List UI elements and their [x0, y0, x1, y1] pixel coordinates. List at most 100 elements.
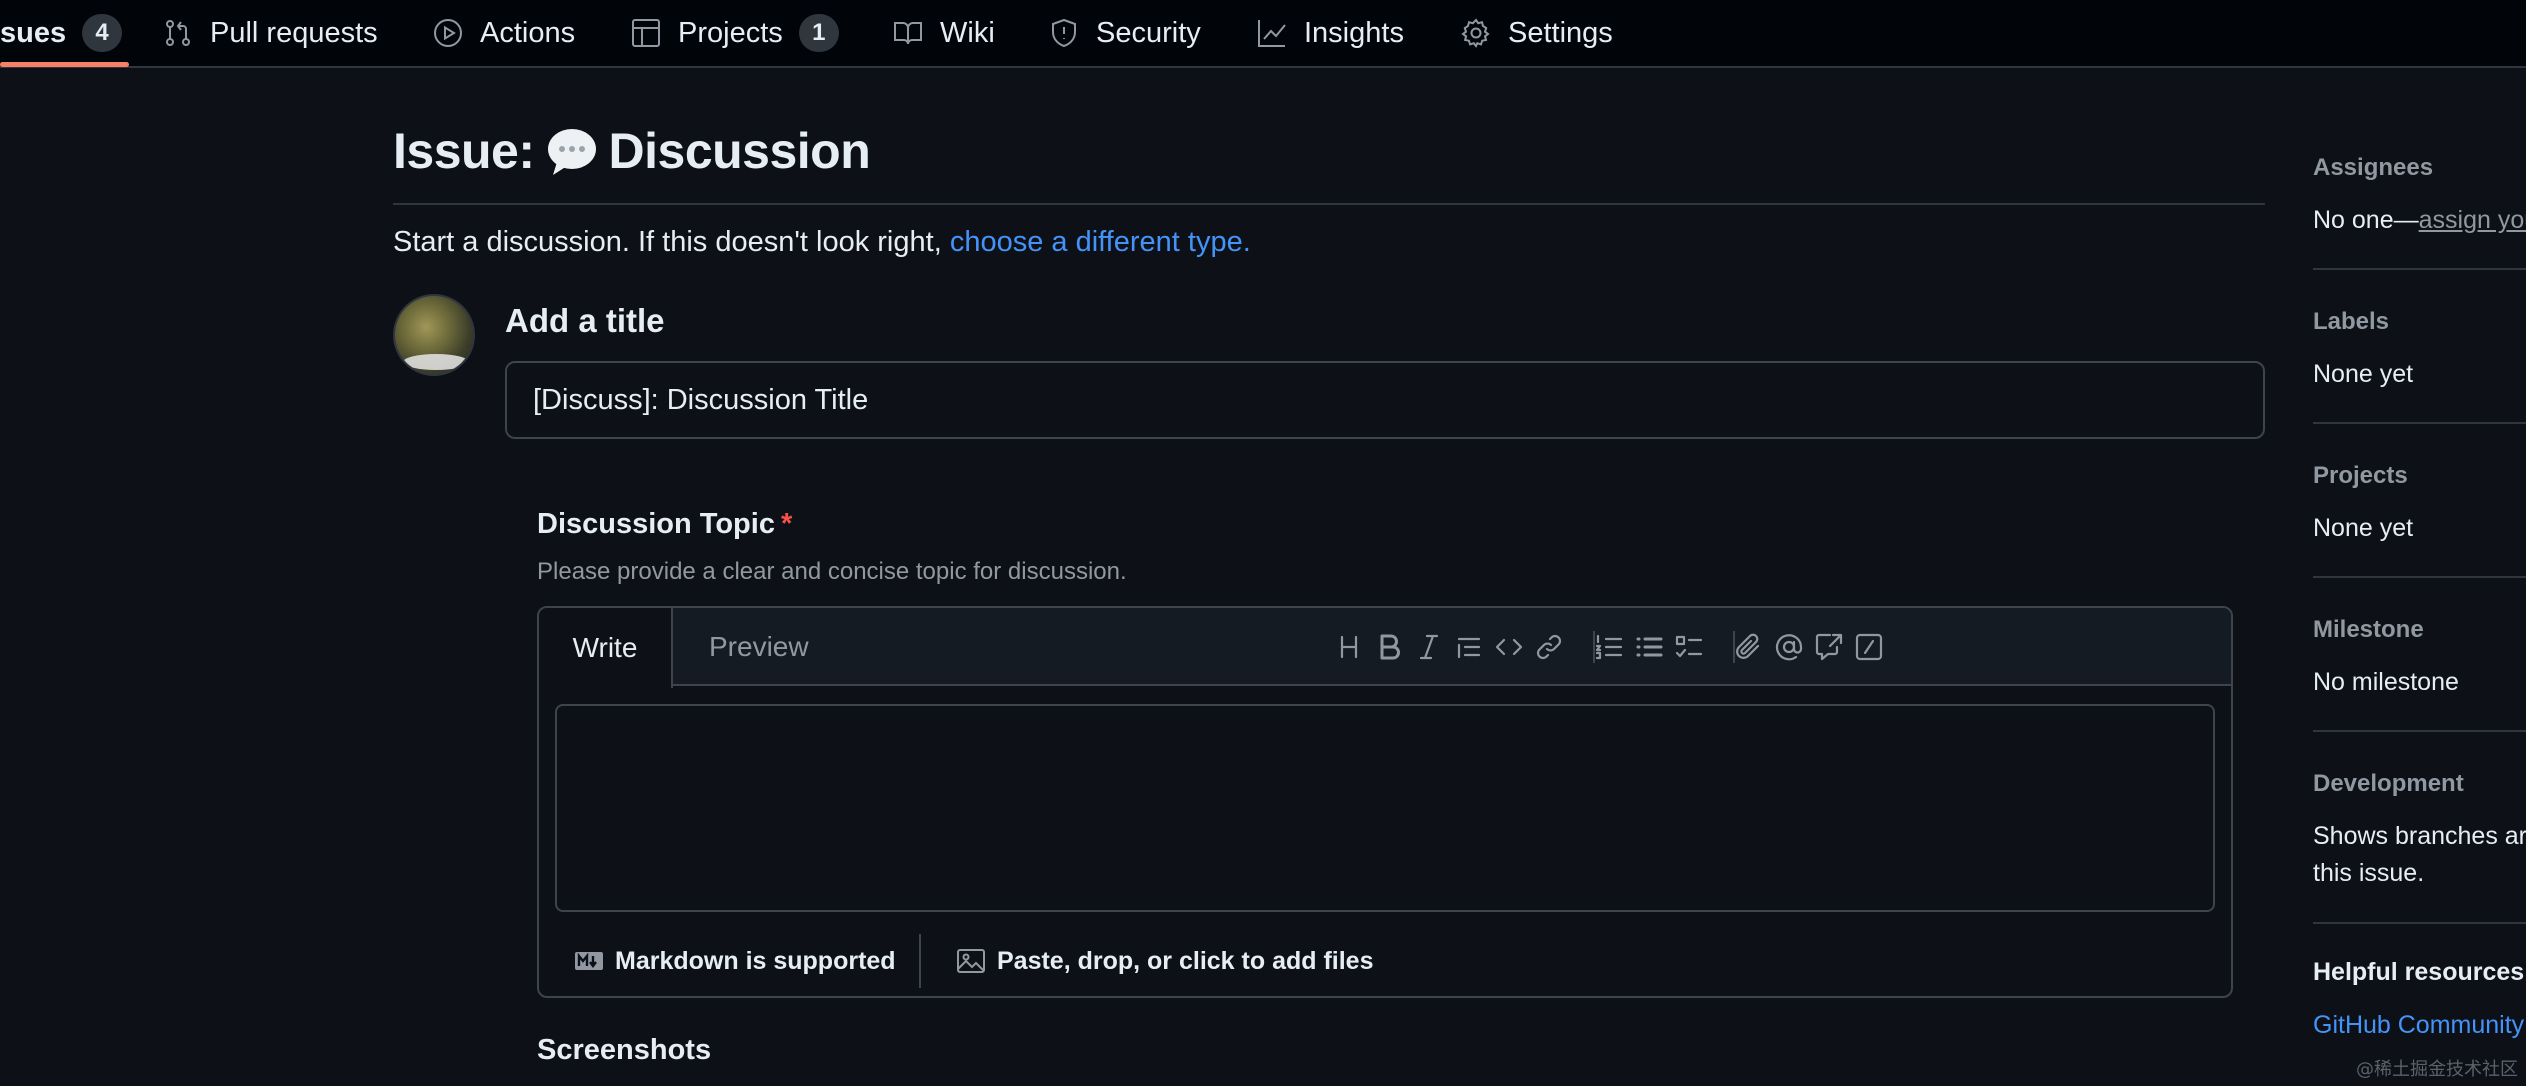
discussion-topic-description: Please provide a clear and concise topic…: [537, 558, 1127, 585]
markdown-icon: [575, 952, 603, 970]
link-icon: [1536, 634, 1562, 660]
sidebar-divider: [2313, 268, 2526, 270]
attach-button[interactable]: [1729, 627, 1769, 667]
sidebar-assignees: Assignees No one—assign you: [2313, 154, 2526, 235]
link-button[interactable]: [1529, 627, 1569, 667]
gear-icon: [1461, 18, 1490, 48]
tab-wiki-label: Wiki: [940, 16, 995, 49]
heading-button[interactable]: [1329, 627, 1369, 667]
sidebar-divider: [2313, 922, 2526, 924]
sidebar-divider: [2313, 730, 2526, 732]
milestone-heading[interactable]: Milestone: [2313, 616, 2526, 644]
labels-value: None yet: [2313, 360, 2414, 388]
unordered-list-button[interactable]: [1629, 627, 1669, 667]
ordered-list-icon: [1595, 634, 1623, 660]
pull-request-icon: [166, 20, 190, 46]
cross-reference-icon: [1815, 633, 1843, 661]
github-community-link[interactable]: GitHub Community: [2313, 1011, 2526, 1040]
tab-settings[interactable]: Settings: [1460, 0, 1613, 66]
tab-write[interactable]: Write: [539, 608, 673, 688]
discussion-topic-label: Discussion Topic *: [537, 508, 792, 541]
page-title: Discussion: [608, 123, 871, 179]
slash-commands-button[interactable]: [1849, 627, 1889, 667]
tab-insights[interactable]: Insights: [1256, 0, 1404, 66]
unordered-list-icon: [1636, 637, 1663, 657]
tab-actions[interactable]: Actions: [432, 0, 575, 66]
title-divider: [393, 203, 2265, 205]
projects-value: None yet: [2313, 514, 2414, 542]
book-icon: [894, 22, 922, 45]
repo-nav: sues 4 Pull requests Actions Projects 1: [0, 0, 2526, 68]
tab-insights-label: Insights: [1304, 16, 1404, 49]
tab-wiki[interactable]: Wiki: [892, 0, 995, 66]
italic-button[interactable]: [1409, 627, 1449, 667]
bold-button[interactable]: [1369, 627, 1409, 667]
tab-issues[interactable]: sues 4: [0, 0, 123, 66]
code-icon: [1495, 638, 1523, 656]
assign-yourself-link[interactable]: assign you: [2419, 206, 2526, 234]
sidebar-helpful-resources: Helpful resources GitHub Community: [2313, 958, 2526, 1040]
page-title-row: Issue: Discussion: [393, 122, 871, 180]
development-text-line2: this issue.: [2313, 859, 2425, 887]
quote-icon: [1457, 637, 1481, 659]
quote-button[interactable]: [1449, 627, 1489, 667]
markdown-supported-link[interactable]: Markdown is supported: [573, 936, 896, 986]
play-circle-icon: [434, 19, 462, 47]
sidebar-development: Development Shows branches ar this issue…: [2313, 770, 2526, 888]
ordered-list-button[interactable]: [1589, 627, 1629, 667]
tab-security[interactable]: Security: [1048, 0, 1201, 66]
labels-heading[interactable]: Labels: [2313, 308, 2526, 336]
page: sues 4 Pull requests Actions Projects 1: [0, 0, 2526, 1086]
projects-counter: 1: [798, 14, 839, 52]
tab-projects-label: Projects: [678, 16, 783, 49]
code-button[interactable]: [1489, 627, 1529, 667]
screenshots-label: Screenshots: [537, 1034, 712, 1066]
at-sign-icon: [1775, 634, 1803, 661]
discussion-topic-label-text: Discussion Topic: [537, 508, 775, 540]
speech-bubble-icon: [547, 129, 596, 175]
task-list-icon: [1675, 635, 1703, 658]
add-title-label: Add a title: [505, 302, 665, 339]
projects-heading[interactable]: Projects: [2313, 462, 2526, 490]
mention-button[interactable]: [1769, 627, 1809, 667]
paperclip-icon: [1736, 633, 1760, 659]
required-marker: *: [780, 508, 793, 540]
markdown-editor: Write Preview Markdown is supported Past…: [537, 606, 2233, 998]
sidebar-divider: [2313, 422, 2526, 424]
image-icon: [957, 949, 985, 973]
bold-icon: [1380, 634, 1400, 660]
editor-toolbar: Write Preview: [539, 608, 2231, 688]
sidebar-divider: [2313, 576, 2526, 578]
title-input[interactable]: [505, 361, 2265, 439]
active-tab-underline: [0, 62, 129, 67]
choose-different-type-link[interactable]: choose a different type.: [950, 226, 1251, 258]
slash-square-icon: [1855, 633, 1883, 661]
development-text-line1: Shows branches ar: [2313, 822, 2526, 850]
tab-preview[interactable]: Preview: [709, 608, 809, 686]
tab-settings-label: Settings: [1508, 16, 1613, 49]
development-heading[interactable]: Development: [2313, 770, 2526, 798]
topic-textarea[interactable]: [555, 704, 2215, 912]
sidebar-milestone: Milestone No milestone: [2313, 616, 2526, 697]
editor-footer: Markdown is supported Paste, drop, or cl…: [539, 926, 2231, 996]
cross-reference-button[interactable]: [1809, 627, 1849, 667]
page-title-prefix: Issue:: [393, 123, 535, 179]
task-list-button[interactable]: [1669, 627, 1709, 667]
avatar: [393, 294, 475, 376]
assignees-heading: Assignees: [2313, 154, 2434, 181]
assignees-value: No one—assign you: [2313, 206, 2526, 235]
graph-icon: [1258, 20, 1286, 47]
tab-pull-requests-label: Pull requests: [210, 16, 378, 49]
helpful-resources-heading: Helpful resources: [2313, 958, 2525, 986]
subtitle-text: Start a discussion. If this doesn't look…: [393, 226, 942, 258]
assignees-empty-text: No one—: [2313, 206, 2419, 234]
add-files-button[interactable]: Paste, drop, or click to add files: [955, 936, 1374, 986]
sidebar-projects: Projects None yet: [2313, 462, 2526, 543]
tab-projects[interactable]: Projects 1: [630, 0, 839, 66]
tab-actions-label: Actions: [480, 16, 576, 49]
issues-counter: 4: [82, 14, 123, 52]
tab-issues-label: sues: [0, 16, 67, 49]
footer-divider: [919, 934, 921, 988]
tab-security-label: Security: [1096, 16, 1201, 49]
tab-pull-requests[interactable]: Pull requests: [162, 0, 378, 66]
